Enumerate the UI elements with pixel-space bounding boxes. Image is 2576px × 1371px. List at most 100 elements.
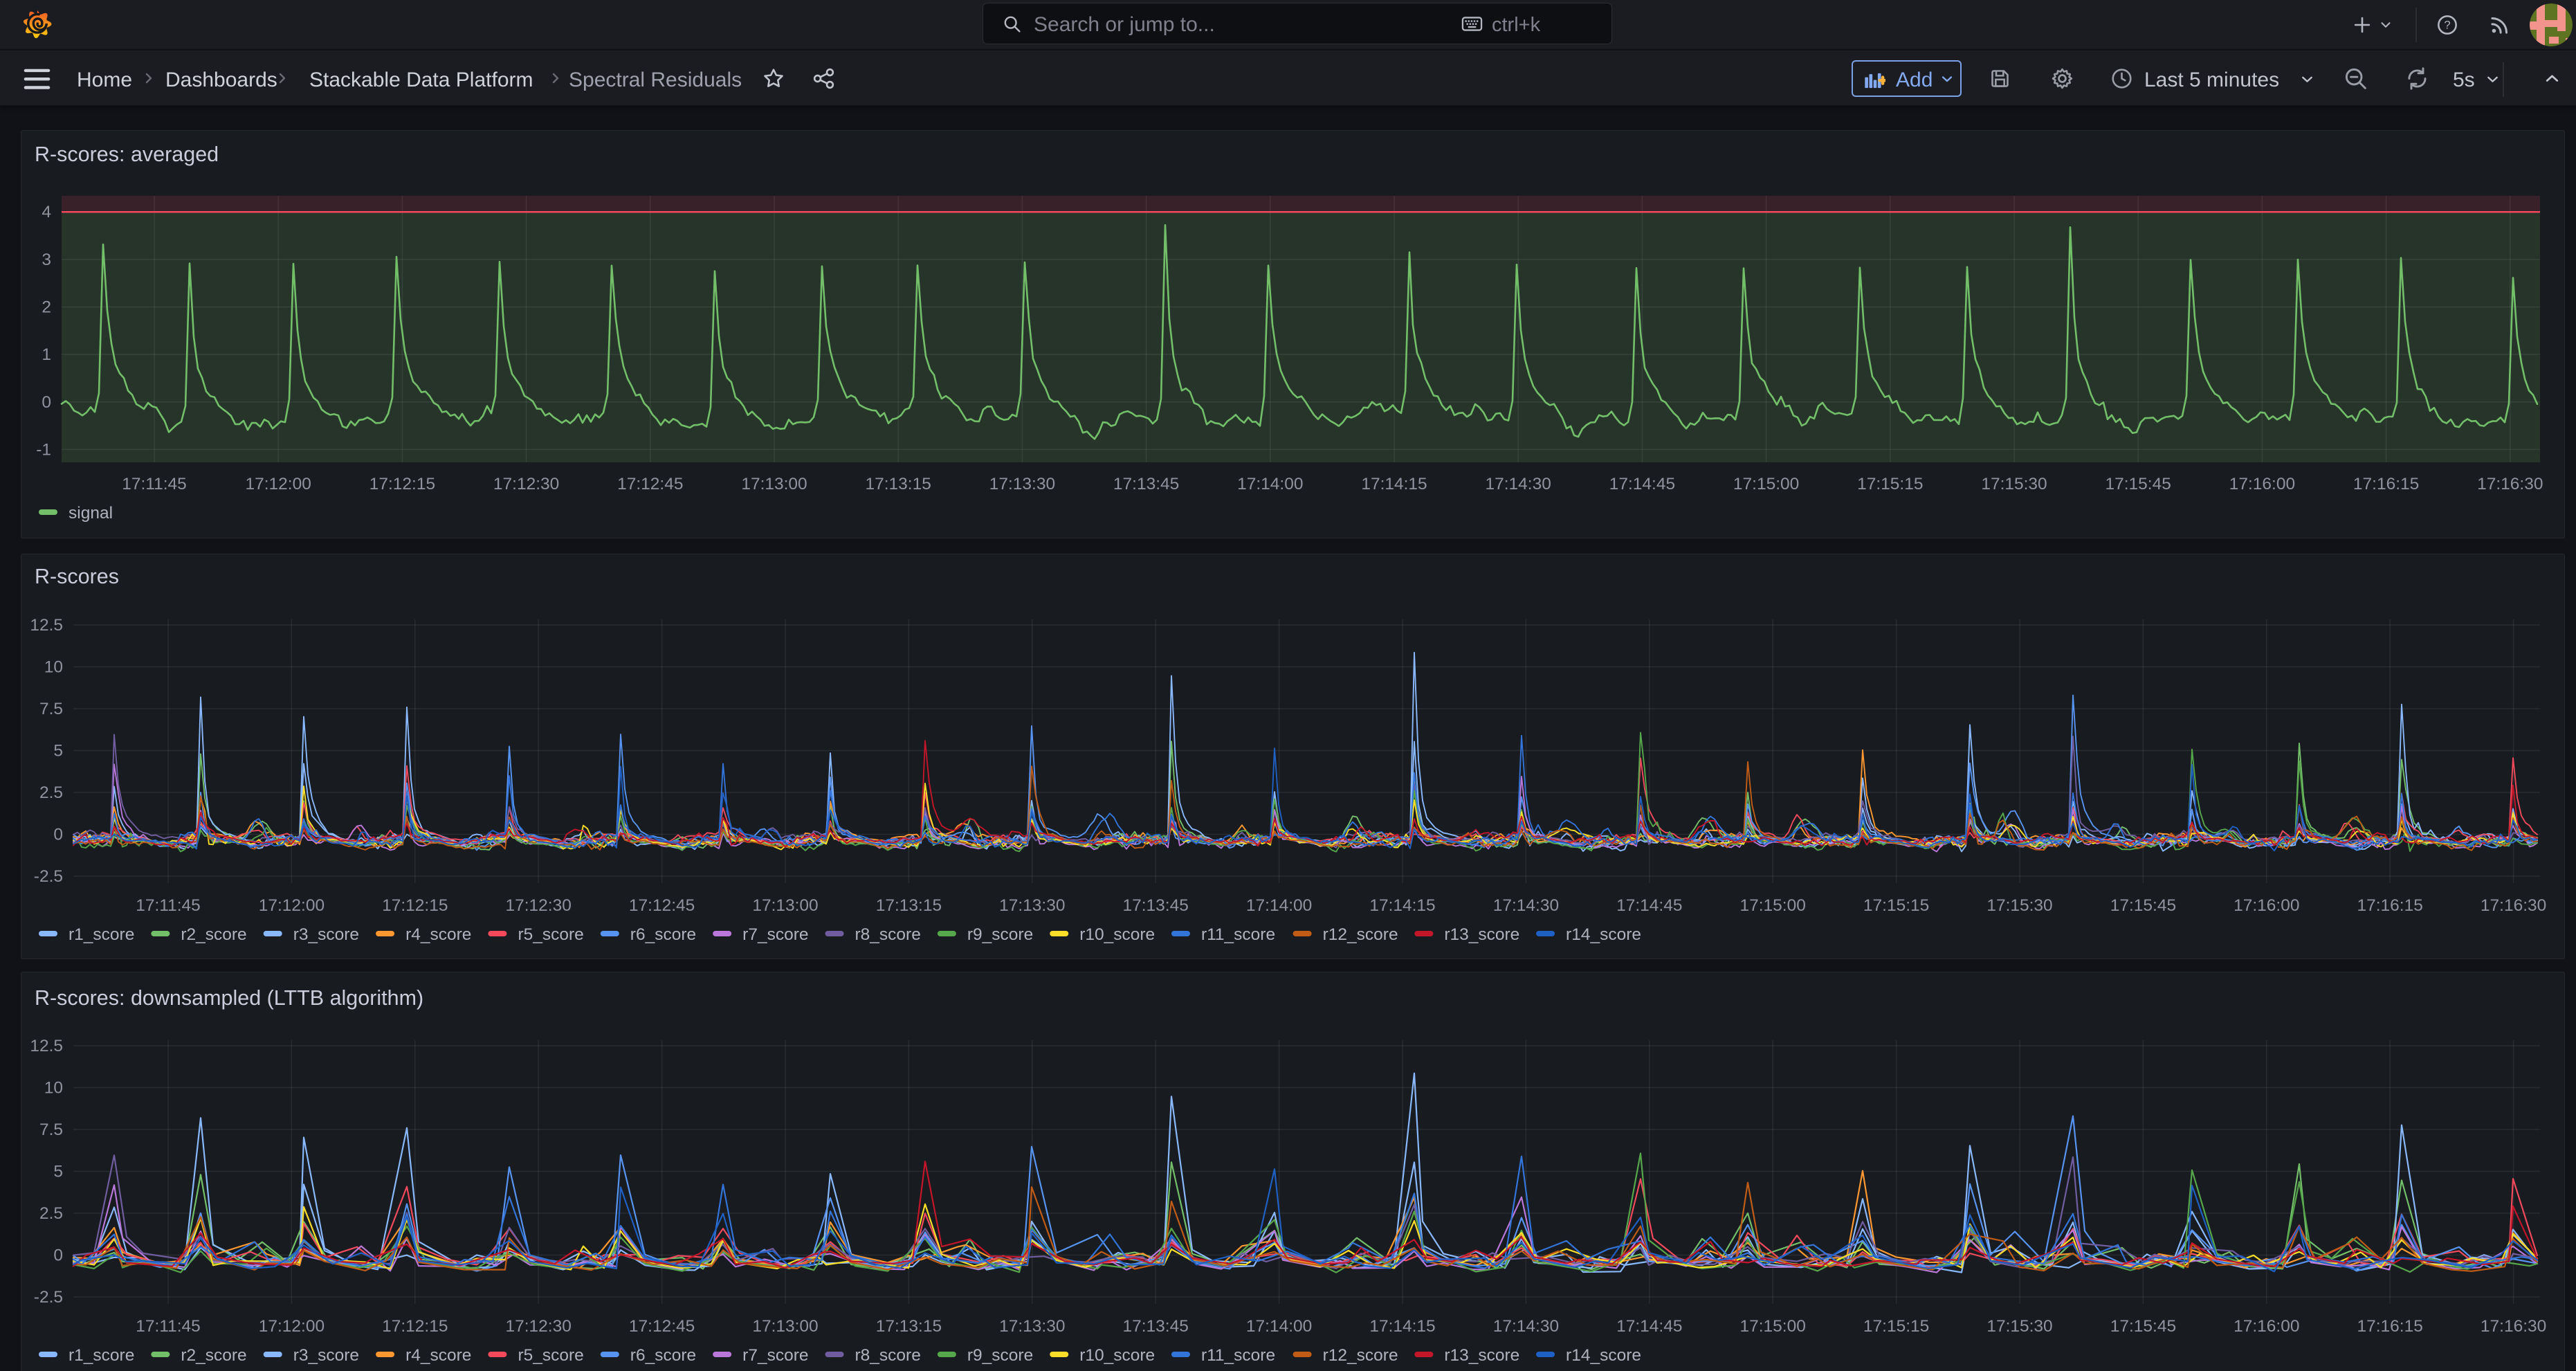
svg-text:17:14:00: 17:14:00 xyxy=(1246,896,1312,915)
svg-text:17:13:30: 17:13:30 xyxy=(989,475,1055,493)
svg-text:17:13:45: 17:13:45 xyxy=(1123,1317,1189,1336)
svg-text:17:15:15: 17:15:15 xyxy=(1857,475,1923,493)
svg-text:17:13:15: 17:13:15 xyxy=(866,475,931,493)
svg-text:17:12:00: 17:12:00 xyxy=(259,896,325,915)
svg-text:17:16:30: 17:16:30 xyxy=(2481,1317,2546,1336)
svg-text:17:15:45: 17:15:45 xyxy=(2110,1317,2176,1336)
svg-text:17:12:30: 17:12:30 xyxy=(506,896,572,915)
svg-text:signal: signal xyxy=(68,504,113,523)
svg-text:10: 10 xyxy=(44,658,63,677)
svg-text:17:12:45: 17:12:45 xyxy=(629,1317,695,1336)
svg-text:17:15:00: 17:15:00 xyxy=(1733,475,1799,493)
svg-text:2: 2 xyxy=(42,298,51,317)
svg-text:17:14:30: 17:14:30 xyxy=(1493,896,1559,915)
svg-text:r1_score: r1_score xyxy=(68,925,134,944)
svg-text:17:12:45: 17:12:45 xyxy=(617,475,683,493)
svg-text:17:15:15: 17:15:15 xyxy=(1863,1317,1929,1336)
svg-text:17:15:30: 17:15:30 xyxy=(1986,1317,2052,1336)
svg-text:17:16:00: 17:16:00 xyxy=(2229,475,2295,493)
svg-text:17:12:00: 17:12:00 xyxy=(259,1317,325,1336)
svg-text:17:13:15: 17:13:15 xyxy=(876,896,942,915)
svg-text:R-scores: R-scores xyxy=(35,565,119,588)
svg-text:17:12:45: 17:12:45 xyxy=(629,896,695,915)
svg-text:r13_score: r13_score xyxy=(1444,925,1519,944)
svg-text:17:16:30: 17:16:30 xyxy=(2477,475,2543,493)
svg-text:17:11:45: 17:11:45 xyxy=(136,896,201,915)
svg-text:17:14:45: 17:14:45 xyxy=(1616,1317,1682,1336)
svg-text:0: 0 xyxy=(42,393,51,412)
svg-text:r7_score: r7_score xyxy=(742,925,808,944)
svg-text:r1_score: r1_score xyxy=(68,1346,134,1365)
svg-text:17:14:15: 17:14:15 xyxy=(1369,896,1435,915)
svg-text:-2.5: -2.5 xyxy=(34,867,63,886)
svg-text:5: 5 xyxy=(53,742,63,761)
svg-text:17:13:00: 17:13:00 xyxy=(752,1317,818,1336)
svg-text:r9_score: r9_score xyxy=(967,1346,1033,1365)
svg-text:17:12:00: 17:12:00 xyxy=(246,475,311,493)
svg-text:r3_score: r3_score xyxy=(293,925,359,944)
svg-text:17:14:30: 17:14:30 xyxy=(1493,1317,1559,1336)
svg-text:17:15:45: 17:15:45 xyxy=(2110,896,2176,915)
svg-text:17:11:45: 17:11:45 xyxy=(122,475,187,493)
svg-text:r11_score: r11_score xyxy=(1201,925,1275,944)
svg-text:17:16:15: 17:16:15 xyxy=(2357,1317,2423,1336)
svg-text:r4_score: r4_score xyxy=(405,1346,471,1365)
svg-text:r6_score: r6_score xyxy=(630,925,696,944)
svg-text:1: 1 xyxy=(42,345,51,364)
svg-text:r5_score: r5_score xyxy=(518,1346,583,1365)
svg-text:17:16:00: 17:16:00 xyxy=(2234,896,2299,915)
svg-text:r14_score: r14_score xyxy=(1566,1346,1641,1365)
svg-text:-2.5: -2.5 xyxy=(34,1288,63,1307)
svg-text:17:12:15: 17:12:15 xyxy=(382,896,448,915)
svg-text:17:13:30: 17:13:30 xyxy=(999,896,1065,915)
svg-text:r13_score: r13_score xyxy=(1444,1346,1519,1365)
svg-text:17:15:45: 17:15:45 xyxy=(2105,475,2171,493)
svg-text:-1: -1 xyxy=(36,440,51,459)
svg-text:2.5: 2.5 xyxy=(39,783,63,802)
svg-text:17:16:00: 17:16:00 xyxy=(2234,1317,2299,1336)
svg-text:17:12:15: 17:12:15 xyxy=(382,1317,448,1336)
svg-text:r14_score: r14_score xyxy=(1566,925,1641,944)
svg-text:12.5: 12.5 xyxy=(30,616,63,635)
svg-text:17:12:30: 17:12:30 xyxy=(493,475,559,493)
svg-text:r10_score: r10_score xyxy=(1079,925,1155,944)
svg-text:R-scores: downsampled (LTTB al: R-scores: downsampled (LTTB algorithm) xyxy=(35,986,423,1010)
svg-text:17:13:15: 17:13:15 xyxy=(876,1317,942,1336)
svg-text:17:15:00: 17:15:00 xyxy=(1740,896,1806,915)
svg-text:17:14:15: 17:14:15 xyxy=(1361,475,1427,493)
svg-text:17:12:15: 17:12:15 xyxy=(369,475,435,493)
svg-text:17:14:45: 17:14:45 xyxy=(1616,896,1682,915)
svg-text:3: 3 xyxy=(42,251,51,269)
svg-text:12.5: 12.5 xyxy=(30,1037,63,1055)
svg-text:r2_score: r2_score xyxy=(181,1346,246,1365)
svg-text:r9_score: r9_score xyxy=(967,925,1033,944)
svg-text:0: 0 xyxy=(53,826,63,844)
svg-text:7.5: 7.5 xyxy=(39,700,63,718)
svg-text:17:13:00: 17:13:00 xyxy=(752,896,818,915)
svg-text:r5_score: r5_score xyxy=(518,925,583,944)
svg-text:r4_score: r4_score xyxy=(405,925,471,944)
svg-text:17:16:15: 17:16:15 xyxy=(2357,896,2423,915)
svg-text:2.5: 2.5 xyxy=(39,1204,63,1223)
svg-text:R-scores: averaged: R-scores: averaged xyxy=(35,143,219,166)
svg-text:17:14:15: 17:14:15 xyxy=(1369,1317,1435,1336)
svg-text:4: 4 xyxy=(42,203,51,221)
svg-text:17:13:45: 17:13:45 xyxy=(1123,896,1189,915)
svg-text:17:15:30: 17:15:30 xyxy=(1986,896,2052,915)
svg-text:5: 5 xyxy=(53,1163,63,1181)
svg-text:r12_score: r12_score xyxy=(1323,925,1398,944)
svg-text:0: 0 xyxy=(53,1246,63,1265)
svg-text:17:14:30: 17:14:30 xyxy=(1486,475,1551,493)
svg-text:17:15:30: 17:15:30 xyxy=(1981,475,2047,493)
svg-text:r11_score: r11_score xyxy=(1201,1346,1275,1365)
svg-text:17:14:45: 17:14:45 xyxy=(1609,475,1675,493)
svg-text:17:15:15: 17:15:15 xyxy=(1863,896,1929,915)
svg-text:r7_score: r7_score xyxy=(742,1346,808,1365)
svg-text:10: 10 xyxy=(44,1079,63,1098)
svg-text:17:14:00: 17:14:00 xyxy=(1237,475,1303,493)
svg-text:17:15:00: 17:15:00 xyxy=(1740,1317,1806,1336)
svg-text:r2_score: r2_score xyxy=(181,925,246,944)
svg-text:17:14:00: 17:14:00 xyxy=(1246,1317,1312,1336)
svg-text:17:13:45: 17:13:45 xyxy=(1113,475,1179,493)
svg-text:7.5: 7.5 xyxy=(39,1120,63,1139)
